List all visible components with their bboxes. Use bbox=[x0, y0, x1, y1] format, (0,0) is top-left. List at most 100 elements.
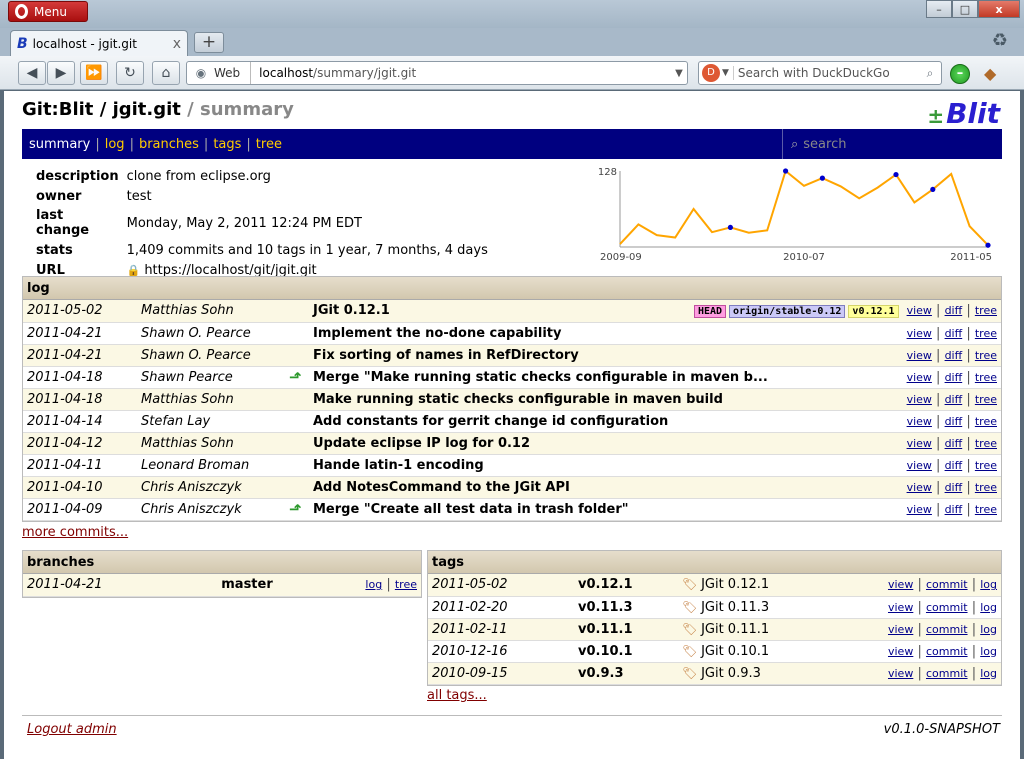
nav-tags[interactable]: tags bbox=[213, 137, 241, 152]
commit-message[interactable]: Add NotesCommand to the JGit API bbox=[309, 476, 903, 499]
tag-name[interactable]: v0.11.3 bbox=[574, 596, 678, 619]
commit-tree-link[interactable]: tree bbox=[975, 415, 997, 428]
commit-tree-link[interactable]: tree bbox=[975, 393, 997, 406]
tag-message[interactable]: 🏷 JGit 0.10.1 bbox=[678, 640, 884, 663]
commit-row[interactable]: 2011-04-14 Stefan Lay Add constants for ge… bbox=[23, 410, 1001, 433]
commit-message[interactable]: Update eclipse IP log for 0.12 bbox=[309, 432, 903, 455]
commit-diff-link[interactable]: diff bbox=[945, 327, 963, 340]
maximize-button[interactable]: □ bbox=[952, 0, 978, 18]
commit-tree-link[interactable]: tree bbox=[975, 304, 997, 317]
commit-diff-link[interactable]: diff bbox=[945, 481, 963, 494]
tag-view-link[interactable]: view bbox=[888, 578, 913, 591]
commit-view-link[interactable]: view bbox=[907, 393, 932, 406]
commit-row[interactable]: 2011-04-21 Shawn O. Pearce Implement the n… bbox=[23, 322, 1001, 345]
web-search-input[interactable]: Search with DuckDuckGo bbox=[732, 66, 919, 80]
tag-row[interactable]: 2011-02-20 v0.11.3 🏷 JGit 0.11.3 view | com… bbox=[428, 596, 1001, 619]
close-tab-icon[interactable]: x bbox=[173, 36, 181, 52]
commit-view-link[interactable]: view bbox=[907, 304, 932, 317]
gitblit-logo[interactable]: ±Blit bbox=[927, 97, 1000, 130]
branch-name[interactable]: master bbox=[133, 574, 361, 597]
tag-view-link[interactable]: view bbox=[888, 667, 913, 680]
tag-message[interactable]: 🏷 JGit 0.12.1 bbox=[678, 574, 884, 597]
nav-branches[interactable]: branches bbox=[139, 137, 199, 152]
commit-diff-link[interactable]: diff bbox=[945, 349, 963, 362]
reload-icon[interactable]: ↻ bbox=[116, 61, 144, 85]
extension-icon[interactable]: ◆ bbox=[984, 64, 1006, 84]
search-engine-dropdown-icon[interactable]: ▼ bbox=[722, 68, 729, 78]
commit-message[interactable]: Hande latin-1 encoding bbox=[309, 454, 903, 477]
commit-view-link[interactable]: view bbox=[907, 481, 932, 494]
tag-view-link[interactable]: view bbox=[888, 623, 913, 636]
tag-log-link[interactable]: log bbox=[980, 601, 997, 614]
commit-view-link[interactable]: view bbox=[907, 459, 932, 472]
minimize-button[interactable]: – bbox=[926, 0, 952, 18]
commit-view-link[interactable]: view bbox=[907, 503, 932, 516]
tag-log-link[interactable]: log bbox=[980, 645, 997, 658]
tag-view-link[interactable]: view bbox=[888, 601, 913, 614]
browser-tab[interactable]: B localhost - jgit.git x bbox=[10, 30, 188, 57]
commit-tree-link[interactable]: tree bbox=[975, 481, 997, 494]
tag-commit-link[interactable]: commit bbox=[926, 623, 968, 636]
all-tags-link[interactable]: all tags... bbox=[427, 688, 487, 703]
commit-row[interactable]: 2011-04-11 Leonard Broman Hande latin-1 en… bbox=[23, 454, 1001, 477]
branch-row[interactable]: 2011-04-21 master log | tree bbox=[23, 574, 421, 597]
ref-badge[interactable]: origin/stable-0.12 bbox=[729, 305, 846, 319]
tag-commit-link[interactable]: commit bbox=[926, 578, 968, 591]
tag-name[interactable]: v0.12.1 bbox=[574, 574, 678, 597]
address-url[interactable]: localhost/summary/jgit.git bbox=[251, 66, 671, 80]
commit-view-link[interactable]: view bbox=[907, 371, 932, 384]
fast-forward-icon[interactable]: ⏩ bbox=[80, 61, 108, 85]
tag-message[interactable]: 🏷 JGit 0.11.3 bbox=[678, 596, 884, 619]
tag-name[interactable]: v0.10.1 bbox=[574, 640, 678, 663]
repo-search-box[interactable]: ⌕ search bbox=[782, 129, 1002, 159]
home-icon[interactable]: ⌂ bbox=[152, 61, 180, 85]
search-icon[interactable]: ⌕ bbox=[919, 66, 941, 81]
commit-view-link[interactable]: view bbox=[907, 437, 932, 450]
commit-message[interactable]: Make running static checks configurable … bbox=[309, 388, 903, 411]
tag-log-link[interactable]: log bbox=[980, 578, 997, 591]
nav-tree[interactable]: tree bbox=[256, 137, 282, 152]
new-tab-button[interactable]: + bbox=[194, 32, 224, 53]
commit-message[interactable]: Add constants for gerrit change id confi… bbox=[309, 410, 903, 433]
commit-message[interactable]: JGit 0.12.1 HEAD origin/stable-0.12 v0.12.1 bbox=[309, 300, 903, 323]
opera-menu-button[interactable]: Menu bbox=[8, 1, 88, 22]
commit-row[interactable]: 2011-04-12 Matthias Sohn Update eclipse IP… bbox=[23, 432, 1001, 455]
commit-diff-link[interactable]: diff bbox=[945, 393, 963, 406]
commit-row[interactable]: 2011-04-10 Chris Aniszczyk Add NotesComman… bbox=[23, 476, 1001, 499]
branch-log-link[interactable]: log bbox=[365, 578, 382, 591]
address-dropdown-icon[interactable]: ▼ bbox=[671, 68, 687, 79]
tag-log-link[interactable]: log bbox=[980, 623, 997, 636]
tag-view-link[interactable]: view bbox=[888, 645, 913, 658]
tag-message[interactable]: 🏷 JGit 0.11.1 bbox=[678, 618, 884, 641]
commit-tree-link[interactable]: tree bbox=[975, 327, 997, 340]
commit-row[interactable]: 2011-04-09 Chris Aniszczyk ⬏ Merge "Create … bbox=[23, 498, 1001, 521]
tag-row[interactable]: 2010-12-16 v0.10.1 🏷 JGit 0.10.1 view | com… bbox=[428, 640, 1001, 663]
branch-tree-link[interactable]: tree bbox=[395, 578, 417, 591]
commit-diff-link[interactable]: diff bbox=[945, 437, 963, 450]
back-icon[interactable]: ◀ bbox=[18, 61, 46, 85]
commit-row[interactable]: 2011-05-02 Matthias Sohn JGit 0.12.1 HEAD or… bbox=[23, 300, 1001, 323]
tag-name[interactable]: v0.11.1 bbox=[574, 618, 678, 641]
commit-view-link[interactable]: view bbox=[907, 327, 932, 340]
commit-tree-link[interactable]: tree bbox=[975, 349, 997, 362]
commit-diff-link[interactable]: diff bbox=[945, 459, 963, 472]
commit-tree-link[interactable]: tree bbox=[975, 371, 997, 384]
logout-link[interactable]: Logout admin bbox=[27, 722, 117, 737]
ref-badge[interactable]: HEAD bbox=[693, 305, 727, 319]
commit-row[interactable]: 2011-04-18 Matthias Sohn Make running stat… bbox=[23, 388, 1001, 411]
commit-view-link[interactable]: view bbox=[907, 349, 932, 362]
commit-row[interactable]: 2011-04-21 Shawn O. Pearce Fix sorting of … bbox=[23, 344, 1001, 367]
more-commits-link[interactable]: more commits... bbox=[22, 525, 128, 540]
close-window-button[interactable]: x bbox=[978, 0, 1020, 18]
tag-commit-link[interactable]: commit bbox=[926, 667, 968, 680]
nav-summary[interactable]: summary bbox=[29, 137, 90, 152]
commit-diff-link[interactable]: diff bbox=[945, 371, 963, 384]
tag-log-link[interactable]: log bbox=[980, 667, 997, 680]
commit-diff-link[interactable]: diff bbox=[945, 415, 963, 428]
commit-diff-link[interactable]: diff bbox=[945, 503, 963, 516]
commit-message[interactable]: Merge "Create all test data in trash fol… bbox=[309, 498, 903, 521]
trash-icon[interactable]: ♻ bbox=[992, 30, 1008, 51]
ref-badge[interactable]: v0.12.1 bbox=[848, 305, 899, 319]
speed-dial-icon[interactable]: – bbox=[950, 64, 970, 84]
commit-message[interactable]: Implement the no-done capability bbox=[309, 322, 903, 345]
